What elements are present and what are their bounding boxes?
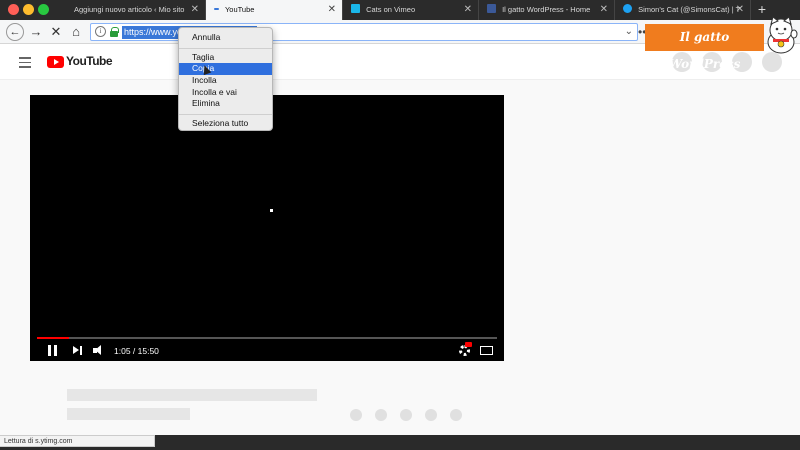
menu-separator (179, 114, 272, 116)
zoom-window-button[interactable] (38, 4, 49, 15)
next-icon[interactable] (73, 346, 83, 355)
logo-text: YouTube (66, 54, 113, 68)
pause-icon[interactable] (48, 345, 57, 356)
tab-il-gatto-wordpress[interactable]: Il gatto WordPress - Home ✕ (479, 0, 615, 20)
tab-label: Aggiungi nuovo articolo ‹ Mio sito (74, 5, 185, 14)
stop-button[interactable]: ✕ (47, 23, 65, 41)
vimeo-icon (351, 4, 360, 13)
action-placeholder-circle (450, 409, 462, 421)
menu-item-incolla-e-vai[interactable]: Incolla e vai (179, 87, 272, 99)
subtitle-placeholder (67, 408, 190, 420)
minimize-window-button[interactable] (23, 4, 34, 15)
badge-text: Il gatto WordPress (668, 30, 741, 71)
lock-icon (110, 27, 119, 37)
progress-bar[interactable] (37, 337, 497, 339)
header-placeholder-circle (762, 52, 782, 72)
chevron-down-icon[interactable]: ⌄ (625, 24, 633, 40)
tab-label: Simon's Cat (@SimonsCat) | T (638, 5, 741, 14)
menu-icon[interactable] (19, 57, 31, 68)
menu-item-copia[interactable]: Copia (179, 63, 272, 76)
context-menu: Annulla Taglia Copia Incolla Incolla e v… (178, 27, 273, 131)
loading-spinner-dot (270, 209, 273, 212)
progress-fill (37, 337, 69, 339)
tab-label: YouTube (224, 5, 255, 14)
facebook-icon (487, 4, 496, 13)
menu-item-annulla[interactable]: Annulla (179, 32, 272, 44)
back-button[interactable]: ← (6, 23, 24, 41)
loading-icon (214, 8, 219, 10)
title-placeholder (67, 389, 317, 401)
tab-strip: Aggiungi nuovo articolo ‹ Mio sito ✕ You… (0, 0, 800, 20)
hd-badge (465, 342, 472, 347)
close-window-button[interactable] (8, 4, 19, 15)
close-icon[interactable]: ✕ (600, 0, 608, 20)
close-icon[interactable]: ✕ (464, 0, 472, 20)
menu-item-elimina[interactable]: Elimina (179, 98, 272, 110)
time-display: 1:05 / 15:50 (114, 346, 159, 356)
action-placeholder-circle (350, 409, 362, 421)
tab-aggiungi-articolo[interactable]: Aggiungi nuovo articolo ‹ Mio sito ✕ (66, 0, 206, 20)
volume-icon[interactable] (93, 345, 107, 356)
tab-simons-cat[interactable]: Simon's Cat (@SimonsCat) | T ✕ (615, 0, 751, 20)
forward-button[interactable]: → (27, 23, 45, 41)
close-icon[interactable]: ✕ (736, 0, 744, 20)
brand-badge: Il gatto WordPress (645, 24, 764, 71)
page-content: YouTube 1:05 / 15:50 (0, 44, 800, 435)
video-player[interactable]: 1:05 / 15:50 (30, 95, 504, 361)
lucky-cat-icon (767, 16, 798, 54)
tab-vimeo[interactable]: Cats on Vimeo ✕ (343, 0, 479, 20)
url-bar[interactable]: i https://www.yo sglHjvfWU&t=65s ⌄ (90, 23, 638, 41)
tab-youtube[interactable]: YouTube ✕ (206, 0, 343, 20)
tab-label: Il gatto WordPress - Home (502, 5, 591, 14)
info-icon[interactable]: i (95, 26, 106, 37)
menu-separator (179, 47, 272, 49)
menu-item-incolla[interactable]: Incolla (179, 75, 272, 87)
home-button[interactable]: ⌂ (67, 23, 85, 41)
theater-mode-icon[interactable] (480, 346, 493, 355)
youtube-play-icon (47, 56, 64, 68)
menu-item-seleziona-tutto[interactable]: Seleziona tutto (179, 118, 272, 130)
action-placeholder-circle (400, 409, 412, 421)
action-placeholder-circle (375, 409, 387, 421)
twitter-icon (623, 4, 632, 13)
close-icon[interactable]: ✕ (191, 0, 199, 20)
menu-item-taglia[interactable]: Taglia (179, 52, 272, 64)
tab-label: Cats on Vimeo (366, 5, 416, 14)
close-icon[interactable]: ✕ (328, 0, 336, 20)
action-placeholder-circle (425, 409, 437, 421)
status-bar: Lettura di s.ytimg.com (0, 435, 155, 447)
